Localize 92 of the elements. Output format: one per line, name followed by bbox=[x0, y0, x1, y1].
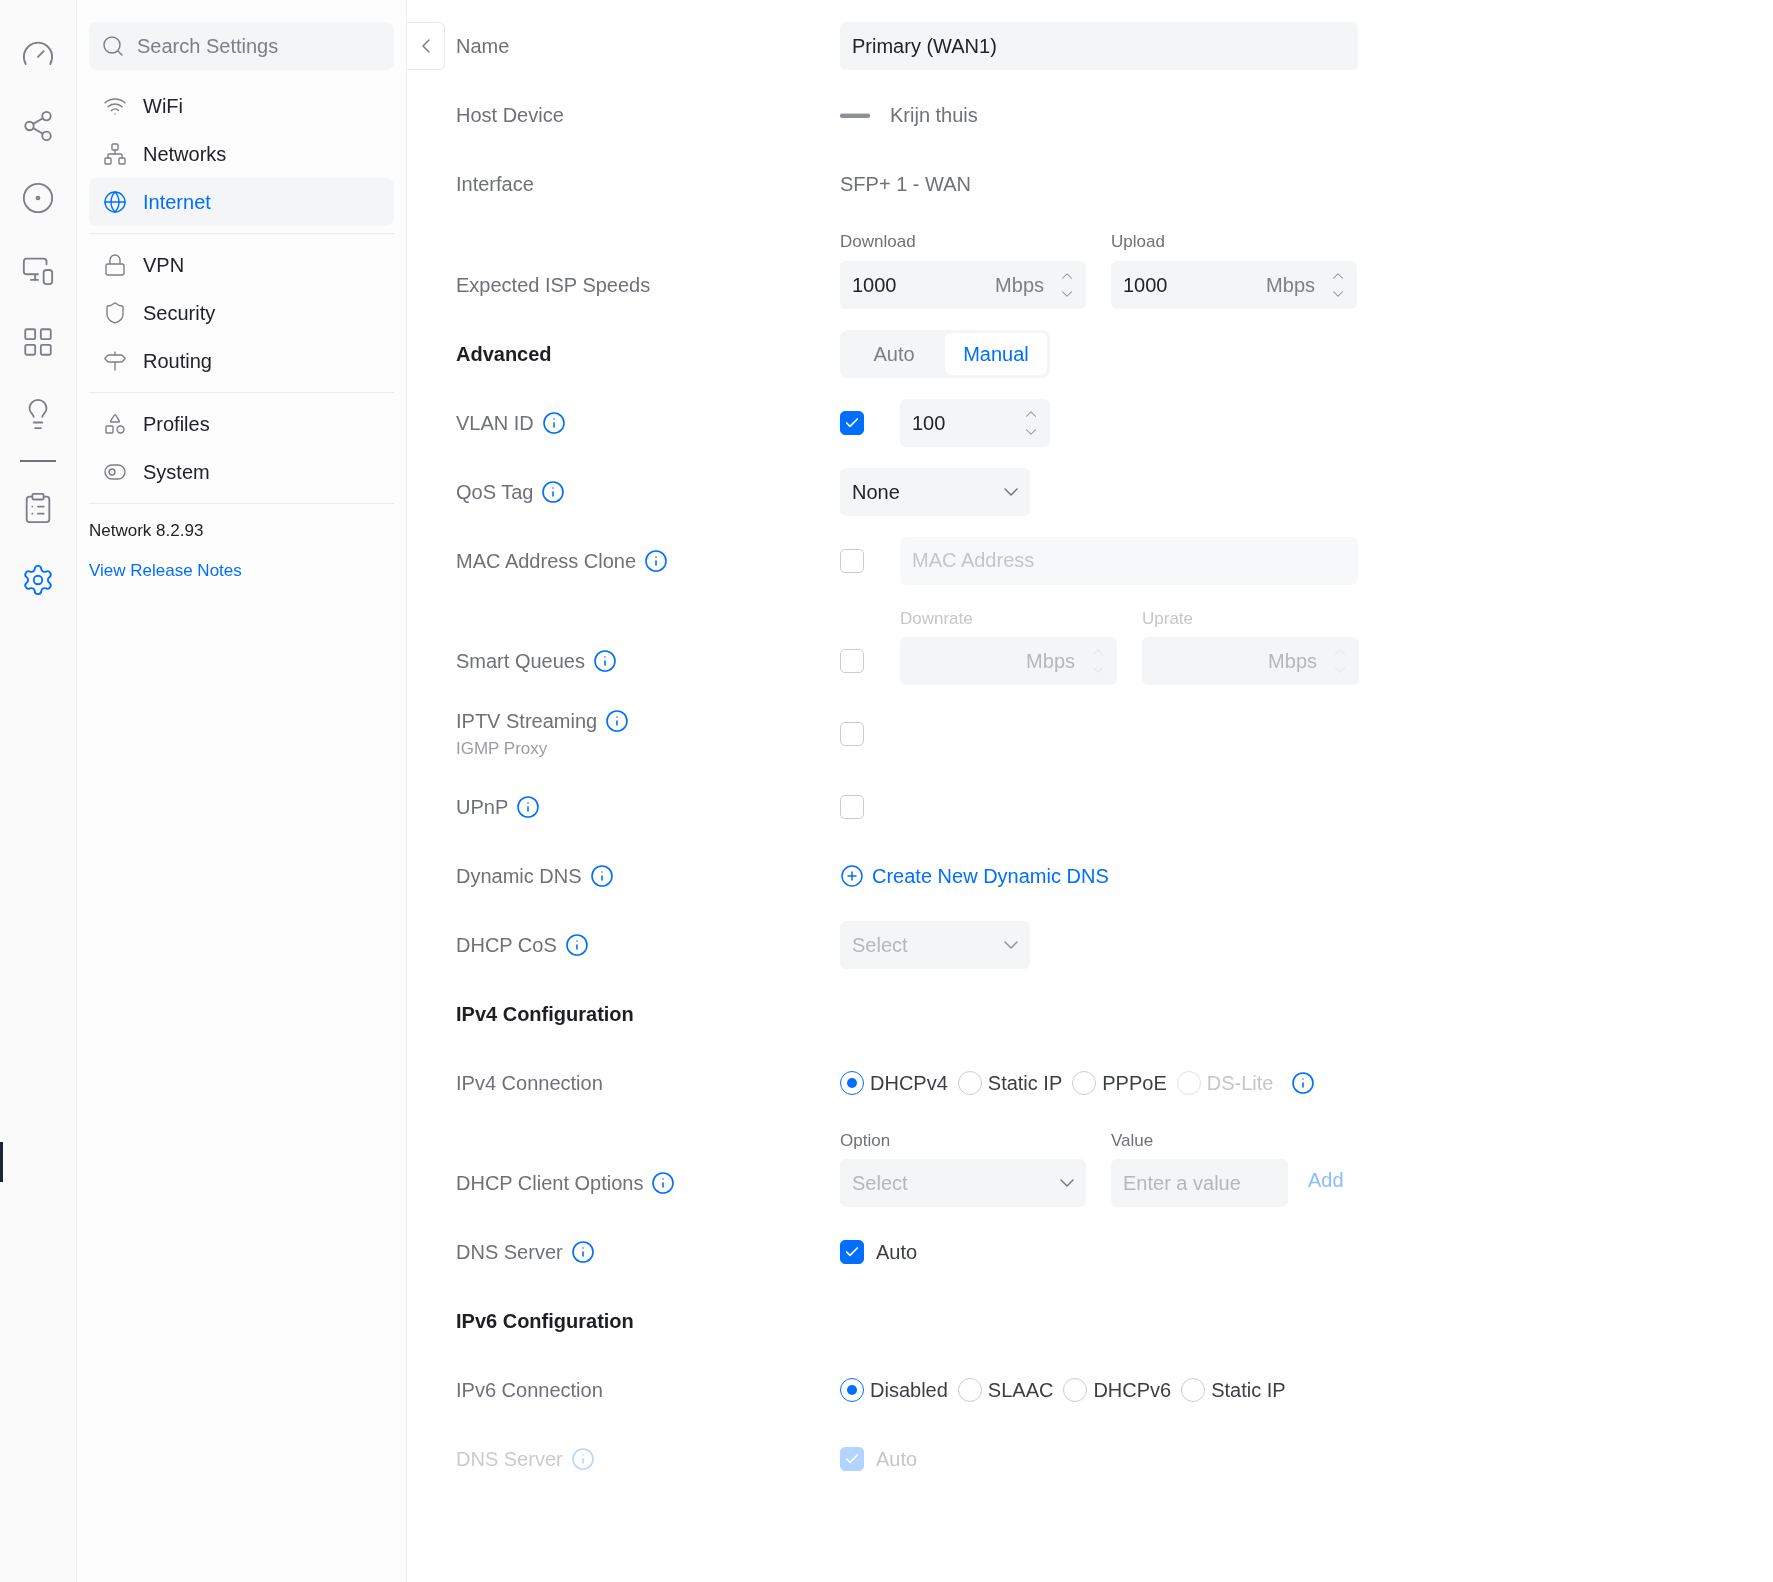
vlan-field[interactable]: 100 bbox=[900, 398, 1050, 447]
speed-field[interactable]: 1000 Mbps bbox=[1111, 260, 1357, 309]
field-label: UPnP bbox=[456, 794, 509, 820]
sidebar-item[interactable]: WiFi bbox=[89, 82, 394, 130]
field-caption: Option bbox=[840, 1129, 892, 1152]
radio-option[interactable]: DHCPv6 bbox=[1063, 1375, 1172, 1405]
chevron-down-icon bbox=[1060, 1179, 1074, 1187]
device-name: Krijn thuis bbox=[890, 103, 978, 128]
section-heading: Advanced bbox=[456, 341, 552, 367]
checkbox-label: Auto bbox=[876, 1240, 918, 1265]
sidebar-item[interactable]: Security bbox=[89, 289, 394, 337]
field-sublabel: IGMP Proxy bbox=[456, 738, 549, 760]
field-label: DNS Server bbox=[456, 1240, 563, 1265]
device-icon bbox=[840, 112, 870, 118]
sidebar-item[interactable]: Routing bbox=[89, 337, 394, 385]
radio-option[interactable]: DHCPv4 bbox=[840, 1067, 948, 1098]
radio-option[interactable]: Disabled bbox=[840, 1375, 948, 1405]
field-caption: Upload bbox=[1111, 231, 1166, 253]
lock-icon bbox=[103, 253, 127, 277]
sidebar-item[interactable]: Profiles bbox=[89, 400, 394, 448]
field-label: QoS Tag bbox=[456, 479, 534, 505]
checkbox[interactable] bbox=[840, 548, 864, 573]
checkbox[interactable] bbox=[840, 649, 864, 673]
segment-tab[interactable]: Manual bbox=[945, 332, 1047, 375]
signpost-icon bbox=[103, 349, 127, 373]
interface-value: SFP+ 1 - WAN bbox=[840, 172, 971, 197]
chevron-down-icon bbox=[1004, 487, 1018, 496]
field-label: DHCP Client Options bbox=[456, 1171, 644, 1196]
checkbox[interactable] bbox=[840, 1240, 864, 1264]
field-label: DHCP CoS bbox=[456, 932, 557, 958]
chevron-down-icon bbox=[1004, 940, 1018, 949]
field-label: VLAN ID bbox=[456, 410, 534, 436]
sidebar-item[interactable]: Internet bbox=[89, 178, 394, 226]
field-caption: Value bbox=[1111, 1129, 1155, 1152]
settings-icon[interactable] bbox=[21, 563, 55, 597]
info-icon[interactable] bbox=[1291, 1070, 1316, 1095]
chevron-left-icon bbox=[421, 39, 430, 53]
field-caption: Download bbox=[840, 231, 917, 253]
field-label: IPv4 Connection bbox=[456, 1070, 603, 1096]
checkbox[interactable] bbox=[840, 721, 864, 746]
info-icon[interactable] bbox=[541, 410, 566, 435]
info-icon[interactable] bbox=[592, 649, 617, 673]
field-label: IPv6 Connection bbox=[456, 1378, 603, 1403]
globe-icon bbox=[103, 190, 127, 214]
radio-option[interactable]: SLAAC bbox=[957, 1375, 1054, 1405]
info-icon[interactable] bbox=[651, 1171, 676, 1195]
field-label: Name bbox=[456, 34, 510, 59]
info-icon[interactable] bbox=[570, 1240, 595, 1264]
target-icon[interactable] bbox=[21, 181, 55, 215]
sidebar-item[interactable]: Networks bbox=[89, 130, 394, 178]
info-icon[interactable] bbox=[541, 479, 566, 504]
section-heading: IPv6 Configuration bbox=[456, 1309, 634, 1334]
field-label: Dynamic DNS bbox=[456, 863, 582, 889]
field-label: Host Device bbox=[456, 103, 564, 128]
speed-field[interactable]: 1000 Mbps bbox=[840, 260, 1086, 309]
radio-option[interactable]: PPPoE bbox=[1072, 1067, 1167, 1098]
checkbox-label: Auto bbox=[876, 1447, 918, 1472]
create-dns-link[interactable]: Create New Dynamic DNS bbox=[840, 860, 1109, 891]
shapes-icon bbox=[103, 412, 127, 436]
info-icon[interactable] bbox=[605, 709, 630, 733]
release-notes-link[interactable]: View Release Notes bbox=[89, 557, 394, 583]
field-label: MAC Address Clone bbox=[456, 548, 637, 574]
search-icon bbox=[101, 34, 125, 58]
shield-icon bbox=[103, 301, 127, 325]
plus-circle-icon bbox=[840, 863, 864, 888]
active-indicator bbox=[0, 1142, 3, 1182]
checkbox[interactable] bbox=[840, 410, 864, 435]
field-label: Smart Queues bbox=[456, 649, 585, 674]
version-text: Network 8.2.93 bbox=[89, 520, 205, 542]
sidebar-item[interactable]: System bbox=[89, 448, 394, 496]
grid-icon[interactable] bbox=[21, 325, 55, 359]
field-label: IPTV Streaming bbox=[456, 709, 598, 734]
field-label: Expected ISP Speeds bbox=[456, 272, 651, 298]
field-caption: Downrate bbox=[900, 607, 974, 630]
radio-option[interactable]: Static IP bbox=[957, 1067, 1063, 1098]
section-heading: IPv4 Configuration bbox=[456, 1001, 634, 1027]
sidebar-item[interactable]: VPN bbox=[89, 241, 394, 289]
radio-option[interactable]: Static IP bbox=[1181, 1375, 1286, 1405]
network-icon bbox=[103, 142, 127, 166]
info-icon[interactable] bbox=[516, 794, 541, 819]
info-icon[interactable] bbox=[589, 863, 614, 888]
info-icon[interactable] bbox=[644, 548, 669, 573]
value-field[interactable]: Enter a value bbox=[1111, 1159, 1288, 1207]
checkbox[interactable] bbox=[840, 794, 864, 819]
search-field[interactable]: Search Settings bbox=[89, 22, 394, 70]
field-caption: Uprate bbox=[1142, 607, 1195, 630]
field-label: Interface bbox=[456, 172, 534, 197]
rail-divider bbox=[20, 460, 56, 462]
share-icon[interactable] bbox=[21, 109, 55, 143]
segment-tab[interactable]: Auto bbox=[843, 332, 945, 375]
name-field[interactable]: Primary (WAN1) bbox=[840, 22, 1358, 70]
select-dropdown[interactable]: None bbox=[840, 467, 1030, 516]
